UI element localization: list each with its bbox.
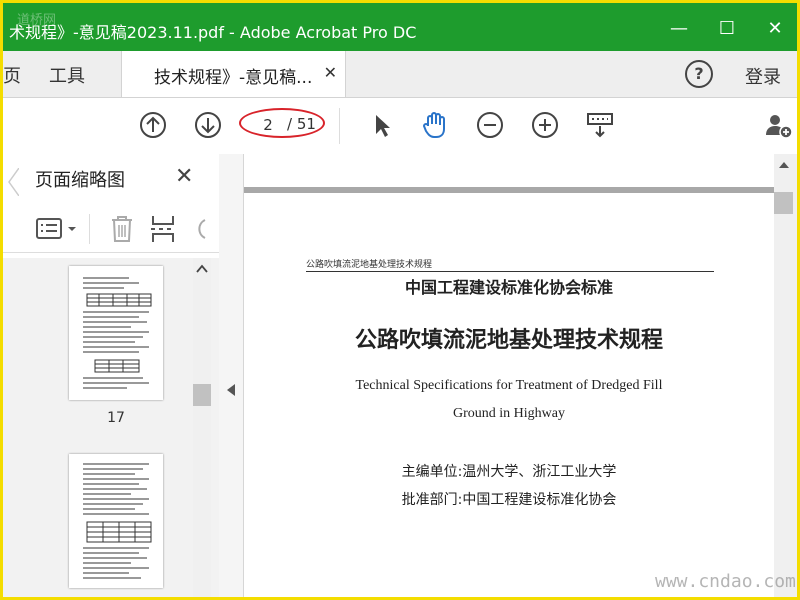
hand-tool-icon[interactable] (420, 110, 450, 140)
window-title: 术规程》-意见稿2023.11.pdf - Adobe Acrobat Pro … (9, 23, 417, 42)
close-icon: ✕ (767, 18, 783, 39)
options-menu-icon[interactable] (35, 216, 79, 242)
login-button[interactable]: 登录 (745, 63, 781, 89)
page-top-border (244, 187, 774, 193)
page-thumbnail[interactable] (69, 454, 163, 588)
doc-scroll-up-icon[interactable] (778, 160, 790, 170)
select-cursor-icon[interactable] (367, 110, 397, 140)
panel-close-icon[interactable]: ✕ (175, 164, 193, 189)
zoom-out-icon[interactable] (475, 110, 505, 140)
collapse-arrow-icon[interactable] (226, 384, 236, 396)
tab-document[interactable]: 技术规程》-意见稿... ✕ (121, 51, 346, 97)
site-watermark: www.cndao.com (655, 571, 796, 592)
minimize-icon: — (670, 18, 688, 39)
maximize-icon: ☐ (718, 18, 736, 39)
minimize-button[interactable]: — (659, 15, 699, 43)
app-window: 道桥网 术规程》-意见稿2023.11.pdf - Adobe Acrobat … (0, 0, 800, 600)
share-user-icon[interactable] (763, 110, 793, 140)
keyboard-scroll-icon[interactable] (585, 110, 615, 140)
red-annotation-oval (239, 108, 325, 138)
delete-page-icon[interactable] (109, 214, 135, 244)
tab-document-label: 技术规程》-意见稿... (154, 68, 313, 88)
previous-page-icon[interactable] (138, 110, 168, 140)
extract-page-icon[interactable] (149, 214, 177, 244)
panel-tools (3, 206, 219, 253)
running-header: 公路吹填流泥地基处理技术规程 (306, 257, 714, 272)
panel-pointer-icon (8, 168, 19, 196)
document-view[interactable]: 公路吹填流泥地基处理技术规程 中国工程建设标准化协会标准 公路吹填流泥地基处理技… (244, 154, 774, 597)
thumbnail-panel: 页面缩略图 ✕ 17 (3, 154, 220, 597)
next-page-icon[interactable] (193, 110, 223, 140)
maximize-button[interactable]: ☐ (707, 15, 747, 43)
toolbar: / 51 (3, 98, 797, 155)
document-scroll-thumb[interactable] (774, 192, 793, 214)
document-title: 公路吹填流泥地基处理技术规程 (354, 328, 663, 353)
thumbnail-preview (83, 463, 152, 579)
rotate-page-icon[interactable] (189, 216, 209, 242)
tab-bar: 页 工具 技术规程》-意见稿... ✕ ? 登录 (3, 51, 797, 98)
thumbnail-list: 17 (3, 258, 219, 597)
english-title-line1: Technical Specifications for Treatment o… (355, 378, 663, 393)
tab-close-icon[interactable]: ✕ (324, 63, 337, 82)
org-standard-heading: 中国工程建设标准化协会标准 (404, 278, 613, 297)
english-title-line2: Ground in Highway (453, 406, 565, 421)
scroll-up-icon[interactable] (196, 264, 208, 274)
panel-tools-separator (89, 214, 90, 244)
panel-collapse-strip[interactable] (219, 154, 244, 597)
page-thumbnail[interactable] (69, 266, 163, 400)
close-window-button[interactable]: ✕ (755, 15, 795, 43)
editor-units: 主编单位:温州大学、浙江工业大学 (401, 464, 617, 480)
thumbnail-scrollbar[interactable] (193, 258, 211, 597)
zoom-in-icon[interactable] (530, 110, 560, 140)
thumbnail-page-number: 17 (107, 410, 125, 426)
title-bar: 道桥网 术规程》-意见稿2023.11.pdf - Adobe Acrobat … (3, 3, 797, 51)
toolbar-separator (339, 108, 340, 144)
help-icon[interactable]: ? (685, 60, 713, 88)
tab-home[interactable]: 页 (3, 62, 21, 88)
thumbnail-scroll-thumb[interactable] (193, 384, 211, 406)
page-navigator: / 51 (239, 108, 327, 140)
document-scrollbar[interactable] (774, 154, 797, 597)
approval-department: 批准部门:中国工程建设标准化协会 (401, 492, 617, 508)
thumbnail-preview (83, 277, 152, 389)
tab-tools[interactable]: 工具 (49, 62, 85, 88)
panel-title: 页面缩略图 (35, 170, 125, 191)
